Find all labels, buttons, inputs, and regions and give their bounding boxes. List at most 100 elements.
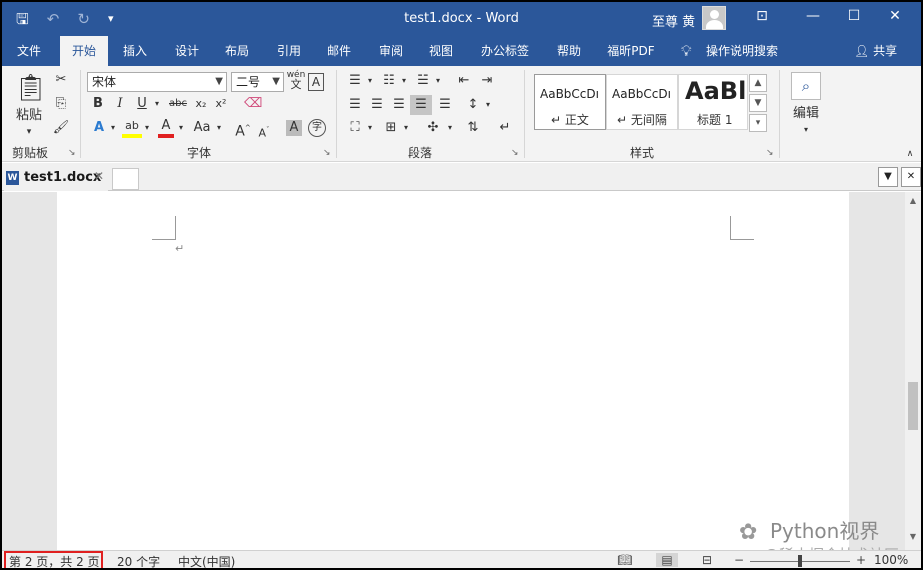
phonetic-guide-icon[interactable]: wén 文 [286, 70, 306, 91]
style-heading-1[interactable]: AaBl 标题 1 [678, 74, 748, 130]
clear-formatting-icon[interactable]: ⌫ [244, 96, 262, 112]
numbering-dropdown-icon[interactable]: ▾ [399, 73, 409, 89]
zoom-slider-thumb[interactable] [798, 555, 802, 567]
share-button[interactable]: 👤︎ 共享 [854, 36, 897, 66]
asian-layout-dropdown-icon[interactable]: ▾ [445, 120, 455, 136]
zoom-level[interactable]: 100% [874, 553, 908, 567]
char-border-icon[interactable]: A [308, 73, 324, 91]
editing-label[interactable]: 编辑 [789, 106, 823, 122]
italic-button[interactable]: I [112, 96, 128, 112]
shrink-font-icon[interactable]: Aˇ [256, 122, 272, 142]
tab-home[interactable]: 开始 [60, 36, 108, 66]
styles-launcher-icon[interactable]: ↘ [766, 148, 774, 158]
maximize-button[interactable]: ☐ [844, 8, 864, 24]
strikethrough-button[interactable]: abc [168, 96, 188, 112]
font-launcher-icon[interactable]: ↘ [323, 148, 331, 158]
scroll-up-icon[interactable]: ▲ [905, 196, 921, 205]
language[interactable]: 中文(中国) [178, 553, 235, 568]
tab-insert[interactable]: 插入 [114, 36, 156, 66]
tab-foxit-pdf[interactable]: 福昕PDF [600, 36, 662, 66]
align-right-icon[interactable]: ☰ [390, 97, 408, 113]
copy-icon[interactable]: ⎘ [52, 96, 70, 112]
ribbon-display-options-icon[interactable]: ⊡ [752, 8, 772, 24]
chevron-down-icon[interactable]: ▼ [215, 73, 223, 91]
style-no-spacing[interactable]: AaBbCcDı ↵ 无间隔 [606, 74, 678, 130]
word-count[interactable]: 20 个字 [117, 553, 160, 568]
underline-button[interactable]: U [134, 96, 150, 112]
cut-icon[interactable]: ✂ [52, 72, 70, 88]
line-spacing-dropdown-icon[interactable]: ▾ [483, 97, 493, 113]
borders-dropdown-icon[interactable]: ▾ [401, 120, 411, 136]
distributed-icon[interactable]: ☰ [436, 97, 454, 113]
text-effects-icon[interactable]: A [90, 120, 108, 136]
decrease-indent-icon[interactable]: ⇤ [455, 73, 473, 89]
tab-file[interactable]: 文件 [8, 36, 50, 66]
highlight-dropdown-icon[interactable]: ▾ [142, 120, 152, 136]
collapse-ribbon-icon[interactable]: ∧ [903, 146, 917, 162]
styles-scroll-up-icon[interactable]: ▲ [749, 74, 767, 92]
close-document-icon[interactable]: ✕ [901, 167, 921, 187]
show-marks-icon[interactable]: ↵ [496, 120, 514, 136]
new-tab-button[interactable] [112, 168, 139, 190]
font-color-icon[interactable]: A [158, 118, 174, 138]
shading-icon[interactable]: ⛶ [346, 120, 364, 136]
char-shading-icon[interactable]: A [286, 120, 302, 136]
subscript-button[interactable]: x₂ [192, 96, 210, 112]
paste-label[interactable]: 粘贴 [14, 108, 44, 124]
underline-dropdown-icon[interactable]: ▾ [152, 96, 162, 112]
vertical-scrollbar[interactable]: ▲ ▼ [905, 192, 921, 550]
page-info[interactable]: 第 2 页，共 2 页 [9, 553, 100, 568]
font-size-combo[interactable]: 二号 ▼ [231, 72, 284, 92]
bullets-icon[interactable]: ☰ [346, 73, 364, 89]
bullets-dropdown-icon[interactable]: ▾ [365, 73, 375, 89]
tab-help[interactable]: 帮助 [548, 36, 590, 66]
font-name-combo[interactable]: 宋体 ▼ [87, 72, 227, 92]
styles-more-icon[interactable]: ▾ [749, 114, 767, 132]
font-color-dropdown-icon[interactable]: ▾ [176, 120, 186, 136]
zoom-out-icon[interactable]: − [728, 553, 750, 567]
user-name[interactable]: 至尊 黄 [652, 11, 695, 30]
scroll-down-icon[interactable]: ▼ [905, 532, 921, 541]
close-button[interactable]: ✕ [885, 8, 905, 24]
editing-dropdown-icon[interactable]: ▾ [801, 122, 811, 138]
change-case-dropdown-icon[interactable]: ▾ [214, 120, 224, 136]
style-normal[interactable]: AaBbCcDı ↵ 正文 [534, 74, 606, 130]
justify-icon[interactable]: ☰ [410, 95, 432, 115]
multilevel-list-icon[interactable]: ☱ [414, 73, 432, 89]
print-layout-icon[interactable]: ▤ [656, 553, 678, 567]
tab-mailings[interactable]: 邮件 [318, 36, 360, 66]
scrollbar-thumb[interactable] [908, 382, 918, 430]
paragraph-launcher-icon[interactable]: ↘ [511, 148, 519, 158]
tab-test1-docx[interactable]: W test1.docx ✕ [4, 165, 108, 191]
text-effects-dropdown-icon[interactable]: ▾ [108, 120, 118, 136]
minimize-button[interactable]: — [803, 8, 823, 24]
paste-dropdown-icon[interactable]: ▾ [24, 124, 34, 140]
tab-references[interactable]: 引用 [268, 36, 310, 66]
numbering-icon[interactable]: ☷ [380, 73, 398, 89]
paste-icon[interactable]: 📋︎ [14, 72, 47, 106]
search-icon[interactable]: ⌕ [791, 72, 821, 100]
avatar[interactable] [702, 6, 726, 30]
enclose-char-icon[interactable]: 字 [308, 119, 326, 137]
align-left-icon[interactable]: ☰ [346, 97, 364, 113]
tab-list-dropdown-icon[interactable]: ▼ [878, 167, 898, 187]
zoom-in-icon[interactable]: + [850, 553, 872, 567]
tell-me-search[interactable]: 操作说明搜索 [706, 36, 778, 66]
close-icon[interactable]: ✕ [94, 169, 104, 183]
line-spacing-icon[interactable]: ↕ [464, 97, 482, 113]
web-layout-icon[interactable]: ⊟ [696, 553, 718, 567]
change-case-icon[interactable]: Aa [190, 120, 214, 136]
grow-font-icon[interactable]: A^ [234, 120, 252, 140]
multilevel-dropdown-icon[interactable]: ▾ [433, 73, 443, 89]
tab-design[interactable]: 设计 [166, 36, 208, 66]
bold-button[interactable]: B [90, 96, 106, 112]
clipboard-launcher-icon[interactable]: ↘ [68, 148, 76, 158]
superscript-button[interactable]: x² [212, 96, 230, 112]
tab-office-tab[interactable]: 办公标签 [474, 36, 536, 66]
tab-view[interactable]: 视图 [420, 36, 462, 66]
highlight-icon[interactable]: ab [122, 118, 142, 138]
read-mode-icon[interactable]: 📖︎ [614, 553, 636, 567]
increase-indent-icon[interactable]: ⇥ [478, 73, 496, 89]
tab-layout[interactable]: 布局 [216, 36, 258, 66]
sort-icon[interactable]: ⇅ [464, 120, 482, 136]
